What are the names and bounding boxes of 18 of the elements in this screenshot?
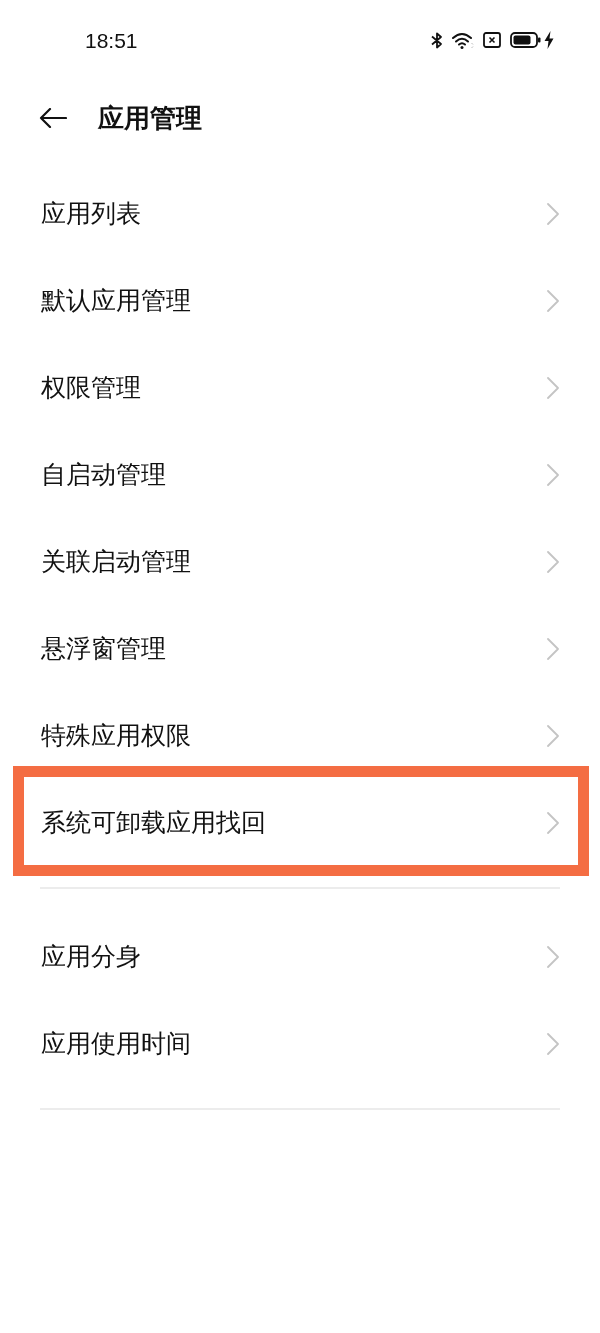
chevron-right-icon <box>547 289 559 312</box>
chevron-right-icon <box>547 376 559 399</box>
back-arrow-icon <box>39 108 67 128</box>
status-time: 18:51 <box>85 29 138 51</box>
chevron-right-icon <box>547 202 559 225</box>
chevron-right-icon <box>547 550 559 573</box>
chevron-right-icon <box>547 637 559 660</box>
chevron-right-icon <box>547 463 559 486</box>
battery-icon <box>510 32 541 48</box>
chevron-right-icon <box>547 811 559 834</box>
chevron-right-icon <box>547 724 559 747</box>
chevron-right-icon <box>547 1032 559 1055</box>
chevron-right-icon <box>547 945 559 968</box>
sim-card-x-icon <box>483 32 501 48</box>
page-title: 应用管理 <box>98 105 202 131</box>
bluetooth-icon <box>431 31 443 49</box>
charging-bolt-icon <box>544 31 554 49</box>
wifi-icon <box>452 31 474 49</box>
